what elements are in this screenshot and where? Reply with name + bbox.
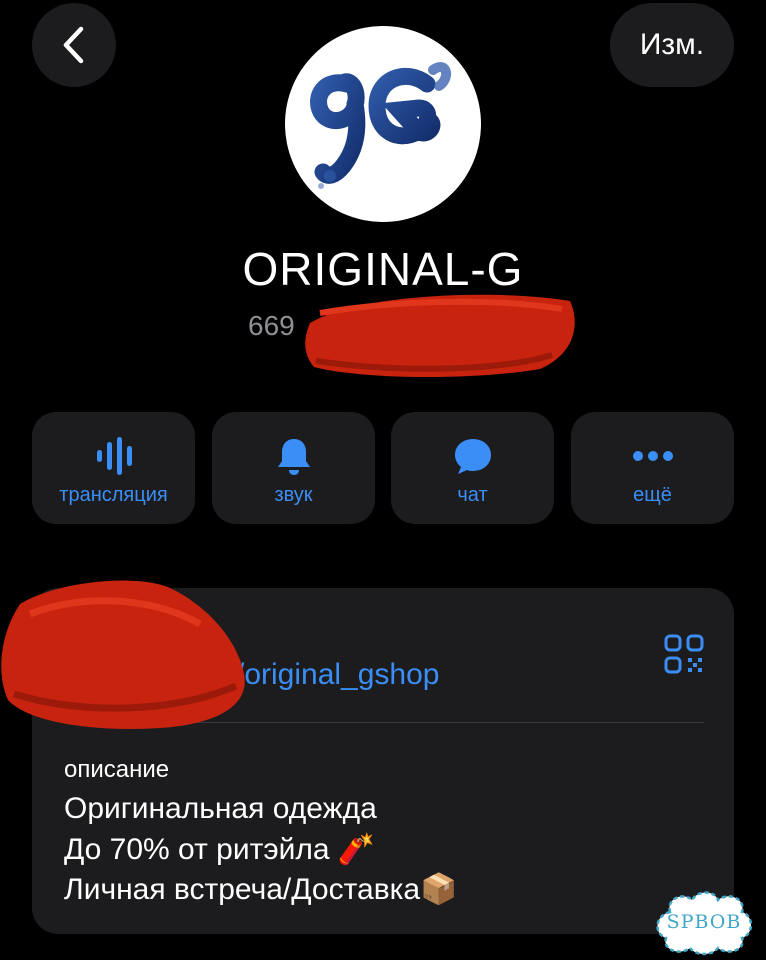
watermark-text: SPBOB bbox=[666, 911, 742, 933]
action-more-label: ещё bbox=[633, 484, 672, 506]
action-chat-button[interactable]: чат bbox=[391, 412, 554, 524]
action-chat-label: чат bbox=[457, 484, 488, 506]
action-row: трансляция звук чат ещё bbox=[32, 412, 734, 524]
bell-icon bbox=[277, 439, 310, 475]
redaction-scribble bbox=[305, 294, 575, 378]
description-line: До 70% от ритэйла 🧨 bbox=[64, 833, 376, 866]
description-line: Оригинальная одежда bbox=[64, 792, 377, 825]
channel-logo bbox=[310, 62, 452, 189]
action-livestream-button[interactable]: трансляция bbox=[32, 412, 195, 524]
action-sound-button[interactable]: звук bbox=[212, 412, 375, 524]
waveform-icon bbox=[96, 437, 132, 475]
description-label: описание bbox=[64, 756, 170, 783]
action-more-button[interactable]: ещё bbox=[571, 412, 734, 524]
more-dots-icon bbox=[632, 451, 673, 461]
channel-link[interactable]: /original_gshop bbox=[236, 658, 439, 692]
description-line: Личная встреча/Доставка📦 bbox=[64, 873, 458, 906]
chat-bubble-icon bbox=[454, 439, 491, 474]
action-livestream-label: трансляция bbox=[59, 484, 168, 506]
chevron-left-icon bbox=[63, 26, 84, 64]
subscriber-count: 669 bbox=[248, 310, 295, 341]
edit-button[interactable]: Изм. bbox=[610, 3, 734, 87]
back-button[interactable] bbox=[32, 3, 116, 87]
channel-avatar[interactable] bbox=[285, 26, 481, 222]
qr-code-icon bbox=[664, 634, 704, 674]
redaction-scribble bbox=[1, 580, 245, 729]
action-sound-label: звук bbox=[274, 484, 313, 506]
qr-code-button[interactable] bbox=[664, 634, 704, 674]
